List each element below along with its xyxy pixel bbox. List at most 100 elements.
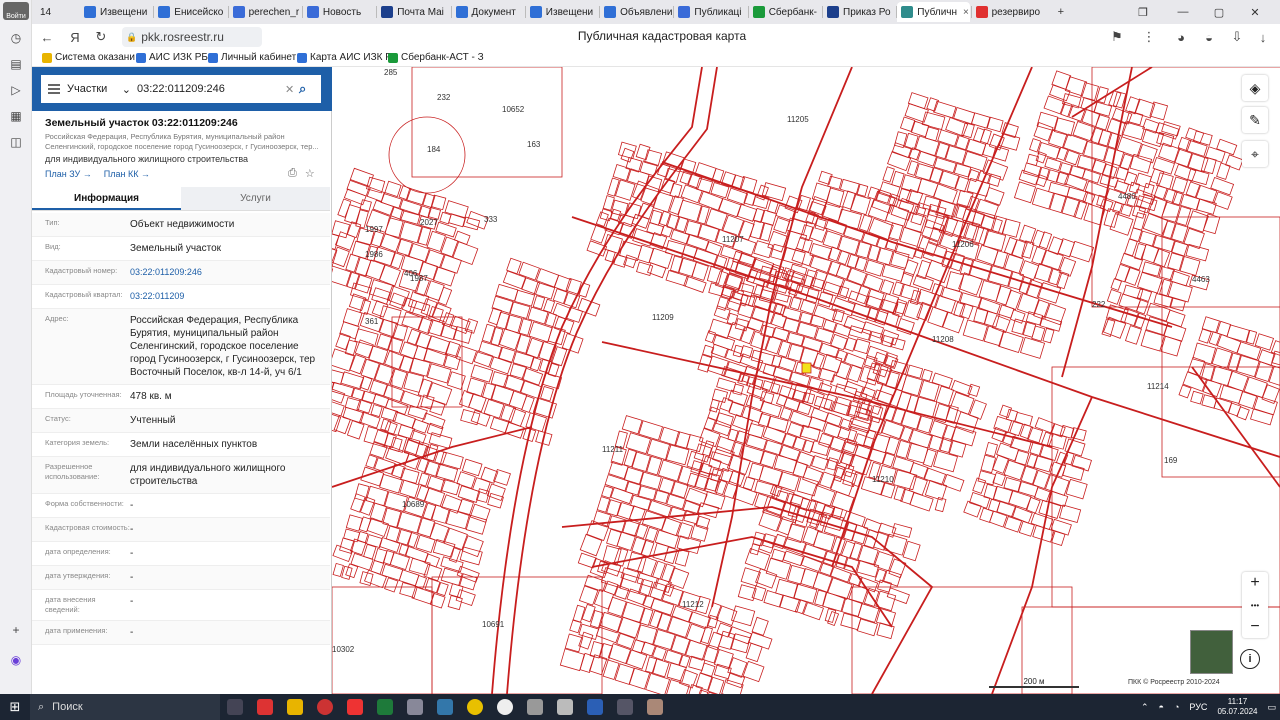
app-icon[interactable]: [520, 694, 550, 720]
tab-information[interactable]: Информация: [32, 187, 181, 210]
browser-tab[interactable]: Енисейско: [154, 2, 226, 22]
maximize-icon[interactable]: ▢: [1208, 2, 1230, 22]
hamburger-icon[interactable]: [41, 84, 67, 94]
history-icon[interactable]: ◷: [6, 28, 26, 48]
reload-icon[interactable]: ↻: [92, 28, 110, 46]
property-value-link[interactable]: 03:22:011209:246: [130, 266, 330, 279]
map-canvas[interactable]: 11205 11207 11206 11209 11208 11214 11211 11210…: [332, 67, 1280, 694]
account-avatar[interactable]: Войти: [3, 2, 29, 20]
extension-icon[interactable]: ◕: [1172, 28, 1190, 46]
property-value-link[interactable]: 03:22:011209: [130, 290, 330, 303]
browser-tab[interactable]: Публичн ×: [897, 2, 970, 22]
bookmark-item[interactable]: АИС ИЗК РБ: [136, 52, 208, 63]
back-icon[interactable]: ←: [38, 28, 56, 46]
add-panel-icon[interactable]: +: [6, 620, 26, 640]
app-icon[interactable]: [400, 694, 430, 720]
object-type-select[interactable]: Участки ⌄: [67, 83, 137, 96]
parcel: [886, 587, 910, 605]
chevron-up-icon[interactable]: ⌃: [1141, 702, 1149, 713]
parcel: [612, 164, 631, 182]
browser-tab[interactable]: резервиро: [972, 2, 1044, 22]
plan-zu-link[interactable]: План ЗУ →: [45, 169, 92, 179]
explorer-app-icon[interactable]: [280, 694, 310, 720]
browser-tab[interactable]: perechen_r: [229, 2, 301, 22]
property-value: -: [130, 596, 134, 607]
taskbar-search[interactable]: ⌕ Поиск: [30, 694, 220, 720]
clock[interactable]: 11:17 05.07.2024: [1217, 697, 1257, 717]
downloads-icon[interactable]: ⇩: [1228, 28, 1246, 46]
tab-counter[interactable]: 14: [36, 2, 66, 22]
bookmark-item[interactable]: Карта АИС ИЗК Р: [297, 52, 392, 63]
browser-tab[interactable]: Извещени: [80, 2, 152, 22]
bookmark-item[interactable]: Система оказани: [42, 52, 135, 63]
screenshot-icon[interactable]: ◫: [6, 132, 26, 152]
windows-start-icon[interactable]: ⊞: [0, 699, 30, 715]
pdf-app-icon[interactable]: [250, 694, 280, 720]
parcel: [1110, 278, 1123, 291]
task-view-icon[interactable]: [220, 694, 250, 720]
zoom-more-button[interactable]: •••: [1242, 594, 1268, 616]
browser-tab[interactable]: Сбербанк-: [749, 2, 821, 22]
new-tab-button[interactable]: +: [1050, 2, 1072, 22]
paint-app-icon[interactable]: [430, 694, 460, 720]
print-icon[interactable]: ⎙: [288, 167, 297, 180]
browser-app-icon[interactable]: [340, 694, 370, 720]
search-input[interactable]: 03:22:011209:246: [137, 83, 285, 95]
search-box[interactable]: Участки ⌄ 03:22:011209:246 ✕ ⌕: [41, 75, 321, 103]
shield-icon[interactable]: ◒: [1200, 28, 1218, 46]
play-icon[interactable]: ▷: [6, 80, 26, 100]
bookmark-item[interactable]: Личный кабинет: [208, 52, 296, 63]
quarter-label: 169: [1164, 456, 1178, 465]
bookmarks-panel-icon[interactable]: ❐: [1132, 2, 1154, 22]
info-icon[interactable]: i: [1240, 649, 1260, 669]
yandex-logo-icon[interactable]: Я: [66, 28, 84, 46]
parcel: [389, 436, 403, 452]
cadastral-map[interactable]: 11205 11207 11206 11209 11208 11214 11211 11210…: [332, 67, 1280, 694]
chrome-app-icon[interactable]: [310, 694, 340, 720]
menu-dots-icon[interactable]: ⋮: [1140, 28, 1158, 46]
word-app-icon[interactable]: [580, 694, 610, 720]
app-icon[interactable]: [490, 694, 520, 720]
notification-icon[interactable]: ▭: [1267, 702, 1276, 713]
url-field[interactable]: 🔒 pkk.rosreestr.ru: [122, 27, 262, 47]
zoom-out-button[interactable]: −: [1242, 616, 1268, 638]
bookmark-item[interactable]: Сбербанк-АСТ - З: [388, 52, 484, 63]
browser-tab[interactable]: Извещени: [526, 2, 598, 22]
browser-tab[interactable]: Публикаці: [674, 2, 746, 22]
ruler-icon[interactable]: ✎: [1242, 107, 1268, 133]
plan-kk-link[interactable]: План КК →: [104, 169, 150, 179]
browser-tab[interactable]: Новость: [303, 2, 375, 22]
close-window-icon[interactable]: ✕: [1244, 2, 1266, 22]
minimize-icon[interactable]: —: [1172, 2, 1194, 22]
minimap-thumbnail[interactable]: [1190, 630, 1233, 674]
app-icon[interactable]: [640, 694, 670, 720]
alice-icon[interactable]: ◉: [6, 650, 26, 670]
browser-tab[interactable]: Документ: [452, 2, 524, 22]
quarter-label: 163: [527, 140, 541, 149]
parcel: [935, 385, 955, 407]
clear-icon[interactable]: ✕: [285, 83, 299, 96]
calendar-icon[interactable]: ▦: [6, 106, 26, 126]
selected-parcel: [801, 362, 812, 374]
app-icon[interactable]: [550, 694, 580, 720]
volume-icon[interactable]: ◔: [1174, 702, 1179, 712]
browser-tab[interactable]: Приказ Ро: [823, 2, 895, 22]
tab-services[interactable]: Услуги: [181, 187, 330, 210]
browser-tab[interactable]: Объявлени: [600, 2, 672, 22]
star-icon[interactable]: ☆: [305, 167, 315, 180]
download-arrow-icon[interactable]: ↓: [1254, 28, 1272, 46]
close-tab-icon[interactable]: ×: [963, 7, 969, 18]
locate-icon[interactable]: ⌖: [1242, 141, 1268, 167]
collections-icon[interactable]: ▤: [6, 54, 26, 74]
bookmark-icon[interactable]: ⚑: [1108, 28, 1126, 46]
parcel: [751, 305, 775, 325]
language-indicator[interactable]: РУС: [1189, 702, 1207, 712]
layers-icon[interactable]: ◈: [1242, 75, 1268, 101]
app-icon[interactable]: [610, 694, 640, 720]
yandex-app-icon[interactable]: [460, 694, 490, 720]
search-icon[interactable]: ⌕: [299, 81, 321, 97]
browser-tab[interactable]: Почта Mai: [377, 2, 449, 22]
excel-app-icon[interactable]: [370, 694, 400, 720]
network-icon[interactable]: ◓: [1159, 702, 1164, 712]
zoom-in-button[interactable]: +: [1242, 572, 1268, 594]
